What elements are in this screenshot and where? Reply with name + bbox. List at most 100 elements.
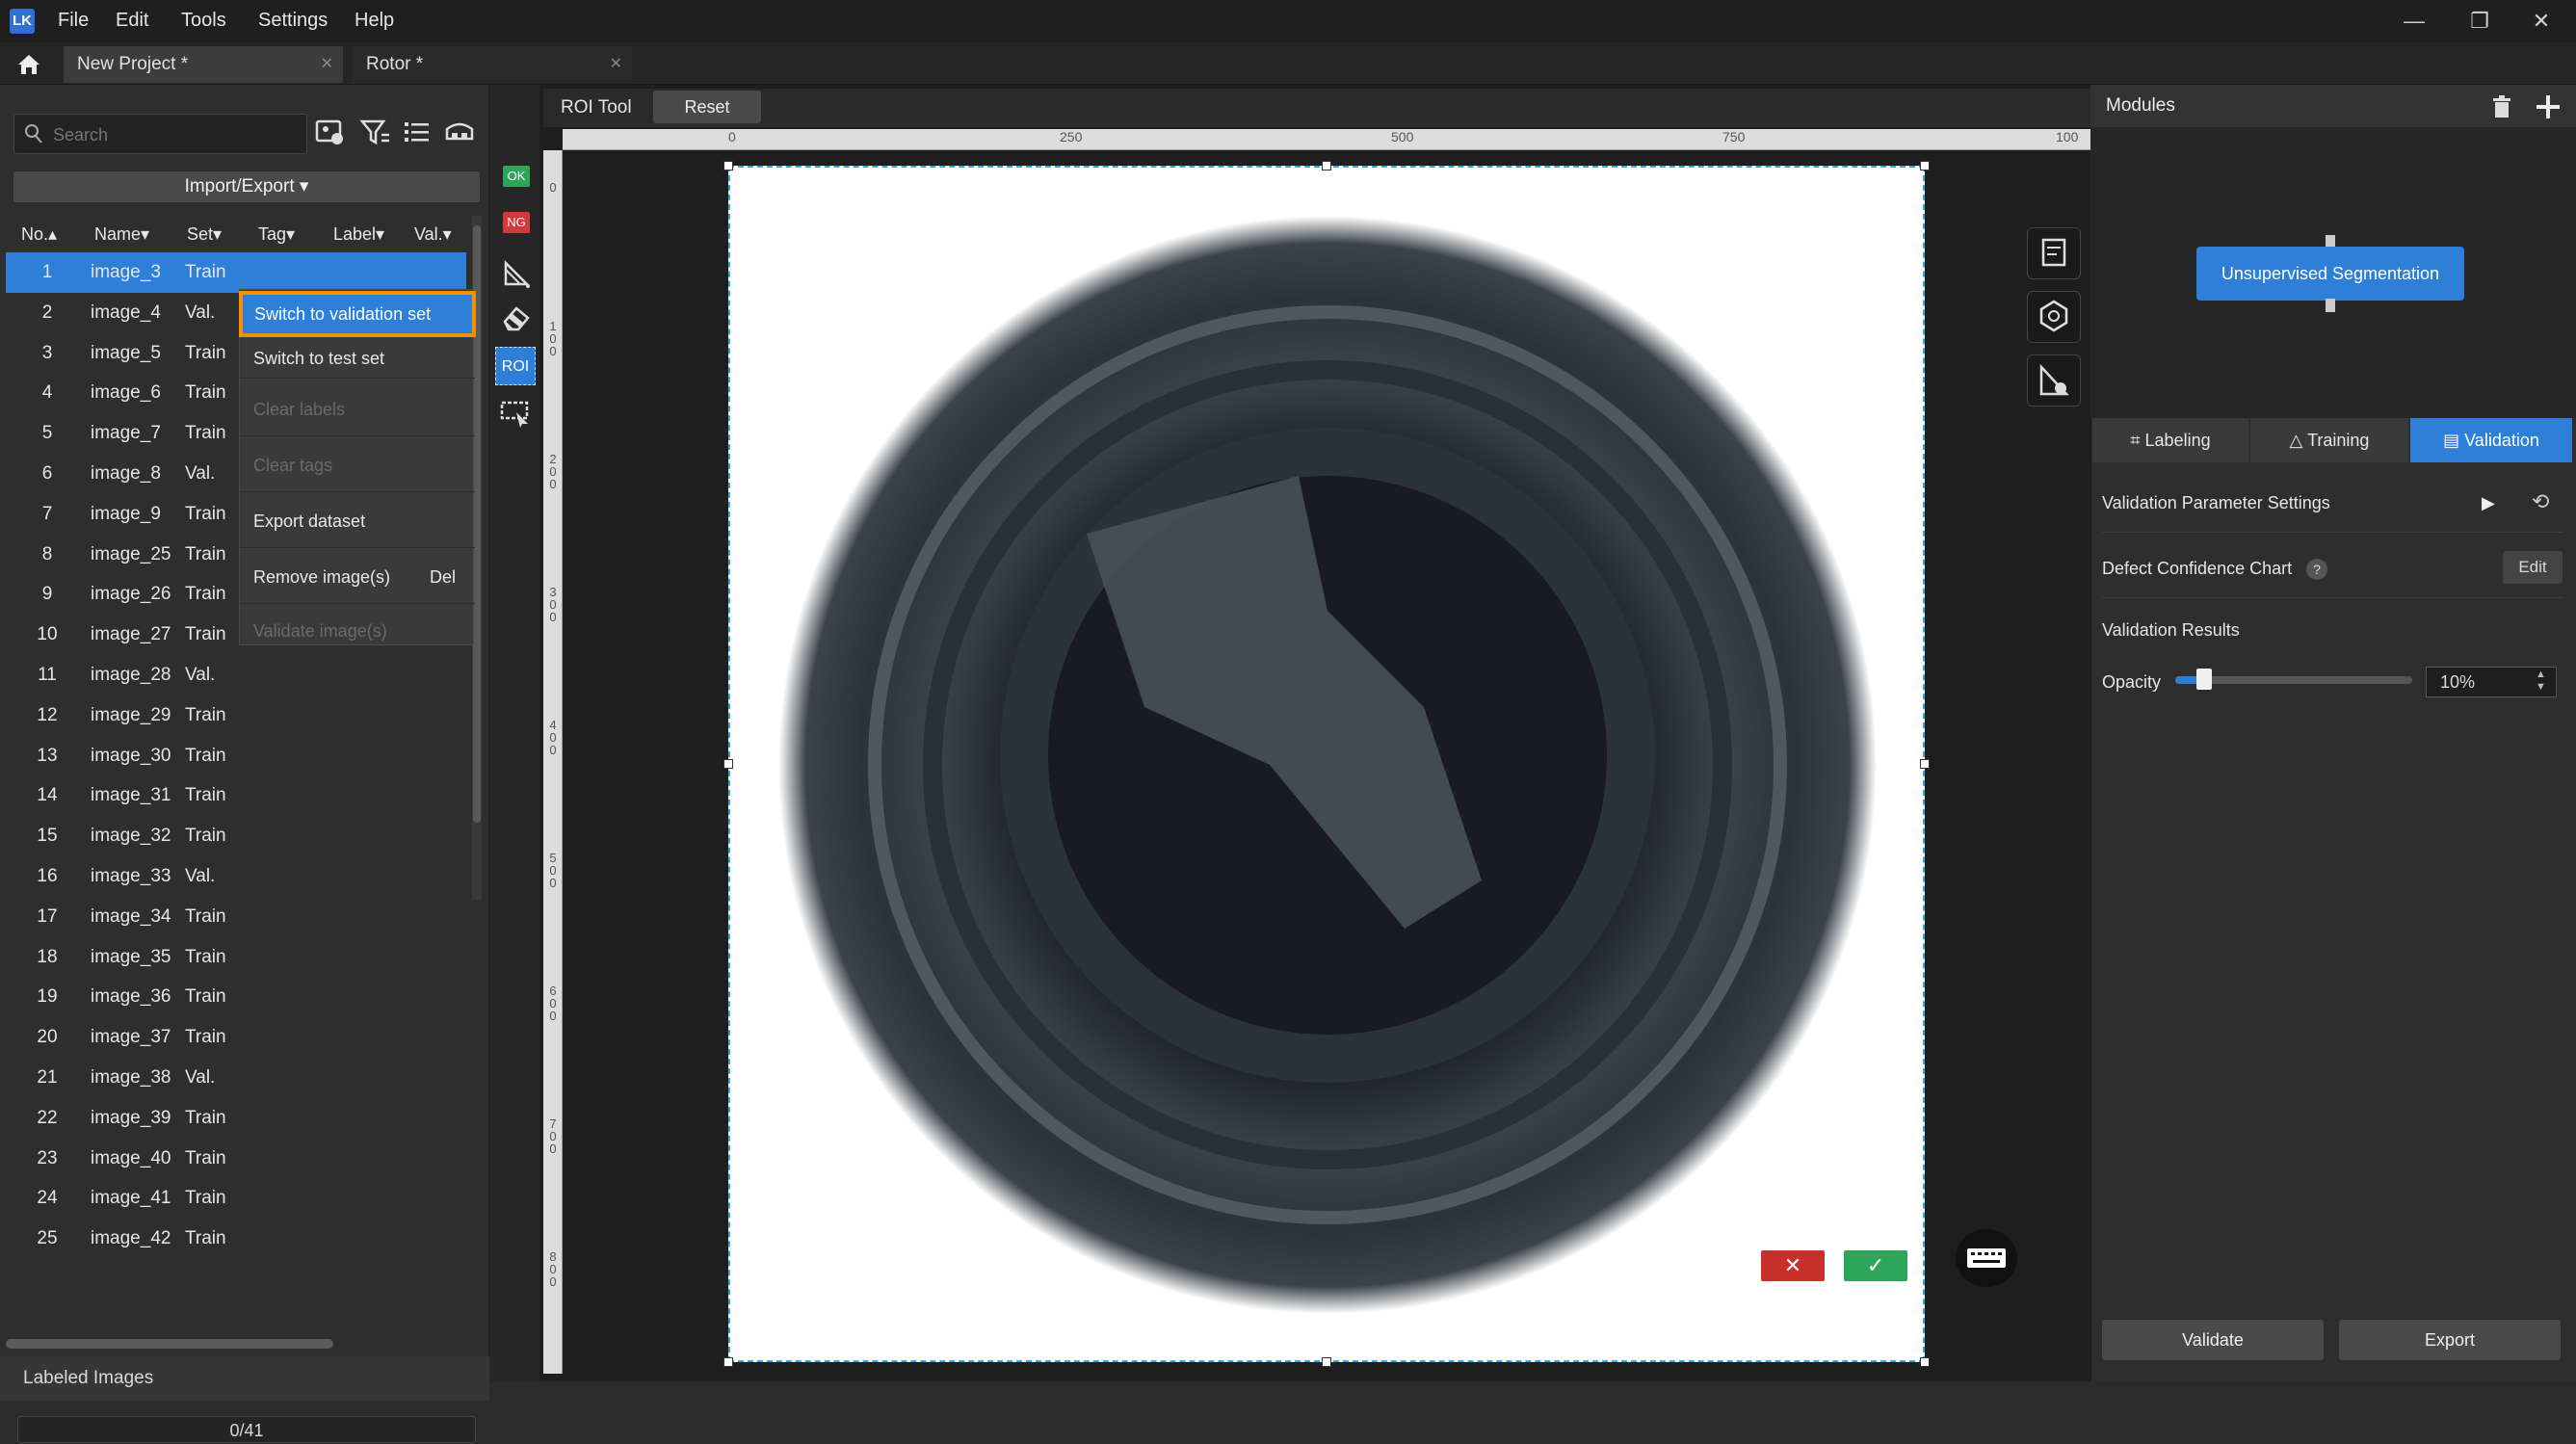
keyboard-icon[interactable] <box>1956 1229 2017 1287</box>
ctx-remove-images[interactable]: Remove image(s) Del <box>240 550 475 604</box>
expand-arrow-icon[interactable]: ▶ <box>2482 493 2495 513</box>
row-set: Train <box>185 946 226 967</box>
ctx-switch-test[interactable]: Switch to test set <box>240 338 475 379</box>
col-val[interactable]: Val.▾ <box>414 216 452 252</box>
tab-close-icon[interactable]: ✕ <box>321 46 333 83</box>
menu-file[interactable]: File <box>58 10 89 32</box>
table-row[interactable]: 16 image_33 Val. <box>6 856 466 897</box>
home-icon[interactable] <box>15 52 42 77</box>
cancel-roi-button[interactable]: ✕ <box>1761 1250 1825 1281</box>
image-settings-icon[interactable] <box>314 116 349 150</box>
row-image-name: image_30 <box>91 745 171 766</box>
tab-labeling[interactable]: ⌗ Labeling <box>2092 418 2248 462</box>
table-row[interactable]: 24 image_41 Train <box>6 1178 466 1219</box>
minimize-icon[interactable]: — <box>2395 6 2433 37</box>
opacity-slider-handle[interactable] <box>2196 669 2212 690</box>
col-no[interactable]: No.▴ <box>21 216 57 252</box>
labeled-progress: 0/41 <box>17 1416 476 1443</box>
filter-icon[interactable] <box>358 116 393 150</box>
resize-handle[interactable] <box>1322 1357 1331 1367</box>
mask-tool-icon[interactable] <box>499 397 534 430</box>
visibility-icon[interactable] <box>443 116 478 150</box>
table-header: No.▴ Name▾ Set▾ Tag▾ Label▾ Val.▾ <box>6 216 466 252</box>
roi-tool-button[interactable]: ROI <box>495 347 536 385</box>
table-row[interactable]: 15 image_32 Train <box>6 816 466 856</box>
col-tag[interactable]: Tag▾ <box>258 216 295 252</box>
roi-image[interactable] <box>728 166 1925 1362</box>
add-module-icon[interactable] <box>2534 92 2563 121</box>
confirm-roi-button[interactable]: ✓ <box>1844 1250 1907 1281</box>
menu-help[interactable]: Help <box>355 10 394 32</box>
table-row[interactable]: 18 image_35 Train <box>6 937 466 978</box>
resize-handle[interactable] <box>723 161 733 171</box>
tab-bar: New Project * ✕ Rotor * ✕ <box>0 42 2576 85</box>
ok-tag-button[interactable]: OK <box>503 166 530 187</box>
row-image-name: image_39 <box>91 1107 171 1128</box>
resize-handle[interactable] <box>723 1357 733 1367</box>
table-row[interactable]: 23 image_40 Train <box>6 1139 466 1179</box>
search-box[interactable] <box>13 114 307 155</box>
horizontal-scrollbar[interactable] <box>6 1339 333 1349</box>
import-export-button[interactable]: Import/Export ▾ <box>13 171 480 202</box>
table-row[interactable]: 12 image_29 Train <box>6 696 466 736</box>
help-icon[interactable]: ? <box>2306 559 2327 580</box>
ng-tag-button[interactable]: NG <box>503 212 530 233</box>
module-unsupervised-segmentation[interactable]: Unsupervised Segmentation <box>2196 247 2464 301</box>
tab-rotor[interactable]: Rotor * ✕ <box>353 46 632 83</box>
table-row[interactable]: 20 image_37 Train <box>6 1017 466 1058</box>
menu-bar: LK File Edit Tools Settings Help — ❐ ✕ <box>0 0 2576 42</box>
row-set: Train <box>185 826 226 847</box>
table-row[interactable]: 25 image_42 Train <box>6 1219 466 1259</box>
export-button[interactable]: Export <box>2339 1320 2561 1360</box>
table-row[interactable]: 17 image_34 Train <box>6 897 466 937</box>
reset-button[interactable]: Reset <box>653 91 761 123</box>
tab-close-icon[interactable]: ✕ <box>610 46 622 83</box>
table-row[interactable]: 1 image_3 Train <box>6 252 466 293</box>
restore-icon[interactable]: ❐ <box>2460 6 2499 37</box>
trash-icon[interactable] <box>2489 94 2514 119</box>
ctx-switch-validation[interactable]: Switch to validation set <box>239 291 476 337</box>
table-row[interactable]: 13 image_30 Train <box>6 736 466 776</box>
table-row[interactable]: 22 image_39 Train <box>6 1098 466 1139</box>
col-name[interactable]: Name▾ <box>94 216 149 252</box>
resize-handle[interactable] <box>1920 1357 1930 1367</box>
tab-validation[interactable]: ▤ Validation <box>2410 418 2572 462</box>
close-window-icon[interactable]: ✕ <box>2522 6 2561 37</box>
ruler-left: 0 1 0 0 2 0 0 3 0 0 4 0 0 5 0 0 6 0 0 7 … <box>543 150 563 1374</box>
mask-view-icon[interactable] <box>2027 354 2081 407</box>
spin-arrows-icon[interactable]: ▲ ▼ <box>2536 669 2546 694</box>
tab-training[interactable]: △ Training <box>2250 418 2408 462</box>
label-list-icon[interactable] <box>2027 227 2081 279</box>
menu-settings[interactable]: Settings <box>258 10 328 32</box>
list-view-icon[interactable] <box>401 116 435 150</box>
resize-handle[interactable] <box>1322 161 1331 171</box>
row-image-name: image_34 <box>91 906 171 927</box>
tab-new-project[interactable]: New Project * ✕ <box>64 46 343 83</box>
resize-handle[interactable] <box>723 759 733 769</box>
edit-button[interactable]: Edit <box>2503 551 2563 584</box>
row-number: 8 <box>41 543 53 564</box>
row-number: 10 <box>37 624 58 645</box>
polygon-tool-icon[interactable] <box>501 258 532 289</box>
table-row[interactable]: 11 image_28 Val. <box>6 655 466 696</box>
table-row[interactable]: 19 image_36 Train <box>6 977 466 1017</box>
row-number: 15 <box>37 826 58 847</box>
menu-edit[interactable]: Edit <box>116 10 148 32</box>
region-view-icon[interactable] <box>2027 291 2081 343</box>
resize-handle[interactable] <box>1920 759 1930 769</box>
col-set[interactable]: Set▾ <box>187 216 222 252</box>
reset-history-icon[interactable]: ⟲ <box>2532 489 2549 514</box>
col-label[interactable]: Label▾ <box>333 216 384 252</box>
table-row[interactable]: 14 image_31 Train <box>6 775 466 816</box>
validate-button[interactable]: Validate <box>2102 1320 2324 1360</box>
validation-parameter-settings[interactable]: Validation Parameter Settings <box>2102 493 2330 513</box>
search-icon <box>24 123 43 150</box>
menu-tools[interactable]: Tools <box>181 10 226 32</box>
resize-handle[interactable] <box>1920 161 1930 171</box>
table-row[interactable]: 21 image_38 Val. <box>6 1058 466 1098</box>
eraser-icon[interactable] <box>499 302 534 335</box>
ctx-export-dataset[interactable]: Export dataset <box>240 494 475 548</box>
row-set: Val. <box>185 665 216 685</box>
row-image-name: image_5 <box>91 342 161 363</box>
search-input[interactable] <box>51 115 305 155</box>
